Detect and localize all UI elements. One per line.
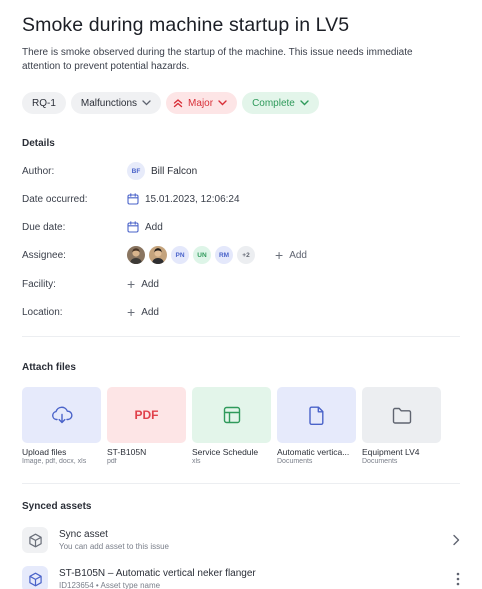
assignee-avatar-photo[interactable] bbox=[127, 246, 145, 264]
priority-dropdown[interactable]: Major bbox=[166, 92, 238, 114]
table-icon bbox=[223, 406, 240, 424]
file-tile[interactable]: Equipment LV4 Documents bbox=[362, 387, 441, 465]
date-occurred-row: Date occurred: 15.01.2023, 12:06:24 bbox=[22, 190, 460, 208]
assignee-add-label: Add bbox=[289, 249, 307, 261]
category-label: Malfunctions bbox=[80, 97, 138, 109]
upload-tile[interactable] bbox=[22, 387, 101, 443]
asset-icon-wrap bbox=[22, 566, 48, 589]
date-occurred-value: 15.01.2023, 12:06:24 bbox=[145, 193, 240, 205]
location-label: Location: bbox=[22, 306, 63, 318]
attach-files-list: Upload files Image, pdf, docx, xls PDF S… bbox=[22, 387, 441, 465]
assignee-avatar[interactable]: RM bbox=[215, 246, 233, 264]
chevron-down-icon bbox=[300, 100, 309, 106]
file-meta: Image, pdf, docx, xls bbox=[22, 458, 87, 465]
attach-files-heading: Attach files bbox=[22, 362, 76, 373]
plus-icon: + bbox=[127, 304, 136, 320]
file-tile[interactable]: Service Schedule xls bbox=[192, 387, 271, 465]
file-meta: Documents bbox=[277, 458, 313, 465]
more-vertical-icon bbox=[456, 572, 460, 586]
folder-icon bbox=[392, 407, 411, 424]
calendar-icon bbox=[127, 221, 139, 233]
due-date-add-button[interactable]: Add bbox=[127, 221, 163, 233]
document-icon bbox=[308, 406, 323, 425]
location-add-button[interactable]: + Add bbox=[127, 305, 159, 319]
due-date-label: Due date: bbox=[22, 221, 66, 233]
assignee-avatar-photo[interactable] bbox=[149, 246, 167, 264]
xls-tile[interactable] bbox=[192, 387, 271, 443]
priority-label: Major bbox=[188, 97, 214, 109]
upload-files-tile[interactable]: Upload files Image, pdf, docx, xls bbox=[22, 387, 101, 465]
divider bbox=[22, 336, 460, 337]
facility-add-button[interactable]: + Add bbox=[127, 277, 159, 291]
assignee-avatar[interactable]: UN bbox=[193, 246, 211, 264]
author-label: Author: bbox=[22, 165, 55, 177]
file-meta: xls bbox=[192, 458, 201, 465]
status-label: Complete bbox=[252, 97, 295, 109]
document-tile[interactable] bbox=[277, 387, 356, 443]
author-avatar: BF bbox=[127, 162, 145, 180]
chevron-down-icon bbox=[218, 100, 227, 106]
plus-icon: + bbox=[127, 276, 136, 292]
plus-icon: + bbox=[275, 247, 284, 263]
priority-high-icon bbox=[173, 99, 183, 108]
cube-icon bbox=[28, 533, 42, 547]
chevron-down-icon bbox=[142, 100, 151, 106]
cloud-upload-icon bbox=[51, 406, 73, 424]
file-name: Equipment LV4 bbox=[362, 447, 420, 457]
file-name: Upload files bbox=[22, 447, 67, 457]
issue-chips: RQ-1 Malfunctions Major Complete bbox=[22, 92, 319, 114]
date-occurred-label: Date occurred: bbox=[22, 193, 88, 205]
synced-asset-row[interactable]: ST-B105N – Automatic vertical neker flan… bbox=[22, 564, 460, 589]
location-add-label: Add bbox=[141, 306, 159, 318]
cube-icon bbox=[28, 572, 42, 586]
calendar-icon bbox=[127, 193, 139, 205]
facility-row: Facility: + Add bbox=[22, 275, 460, 293]
due-date-row: Due date: Add bbox=[22, 218, 460, 236]
author-name[interactable]: Bill Falcon bbox=[151, 166, 197, 177]
issue-id-chip[interactable]: RQ-1 bbox=[22, 92, 66, 114]
synced-asset-subtitle: ID123654 • Asset type name bbox=[59, 581, 161, 589]
sync-asset-subtitle: You can add asset to this issue bbox=[59, 542, 169, 551]
file-name: Service Schedule bbox=[192, 447, 259, 457]
sync-asset-row[interactable]: Sync asset You can add asset to this iss… bbox=[22, 525, 460, 555]
location-row: Location: + Add bbox=[22, 303, 460, 321]
file-meta: Documents bbox=[362, 458, 398, 465]
category-dropdown[interactable]: Malfunctions bbox=[70, 92, 162, 114]
status-dropdown[interactable]: Complete bbox=[242, 92, 319, 114]
synced-assets-heading: Synced assets bbox=[22, 501, 92, 512]
pdf-tile[interactable]: PDF bbox=[107, 387, 186, 443]
synced-asset-title: ST-B105N – Automatic vertical neker flan… bbox=[59, 568, 256, 579]
divider bbox=[22, 483, 460, 484]
file-tile[interactable]: PDF ST-B105N pdf bbox=[107, 387, 186, 465]
file-tile[interactable]: Automatic vertica... Documents bbox=[277, 387, 356, 465]
chevron-right-icon bbox=[453, 534, 460, 546]
details-heading: Details bbox=[22, 138, 55, 149]
more-options-button[interactable] bbox=[440, 572, 460, 586]
assignee-add-button[interactable]: + Add bbox=[275, 248, 307, 262]
sync-asset-title: Sync asset bbox=[59, 529, 108, 540]
asset-icon-wrap bbox=[22, 527, 48, 553]
folder-tile[interactable] bbox=[362, 387, 441, 443]
author-row: Author: BF Bill Falcon bbox=[22, 162, 460, 180]
assignee-label: Assignee: bbox=[22, 249, 66, 261]
issue-title: Smoke during machine startup in LV5 bbox=[22, 14, 350, 36]
file-name: Automatic vertica... bbox=[277, 447, 350, 457]
assignee-row: Assignee: PN UN RM +2 + Add bbox=[22, 246, 460, 264]
issue-description: There is smoke observed during the start… bbox=[22, 47, 413, 72]
due-date-add-label: Add bbox=[145, 221, 163, 233]
facility-add-label: Add bbox=[141, 278, 159, 290]
facility-label: Facility: bbox=[22, 278, 56, 290]
assignee-more-count[interactable]: +2 bbox=[237, 246, 255, 264]
issue-id-label: RQ-1 bbox=[32, 97, 56, 109]
file-name: ST-B105N bbox=[107, 447, 147, 457]
file-meta: pdf bbox=[107, 458, 117, 465]
assignee-avatar[interactable]: PN bbox=[171, 246, 189, 264]
date-occurred-field[interactable]: 15.01.2023, 12:06:24 bbox=[127, 193, 240, 205]
